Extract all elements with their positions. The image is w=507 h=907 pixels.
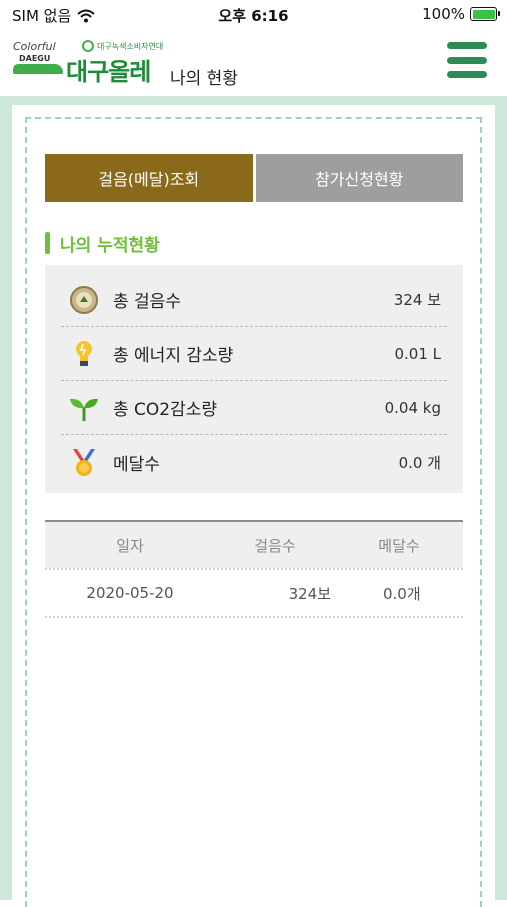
summary-value: 0.01 L (394, 344, 441, 363)
summary-value: 0.0 개 (398, 453, 441, 472)
brand-sub: 대구녹색소비자연대 (82, 40, 163, 52)
summary-box: 총 걸음수 324 보 총 에너지 감소량 0.01 L 총 CO2감소량 0.… (45, 265, 463, 493)
cell-steps: 324보 (288, 584, 331, 603)
table-header: 일자 걸음수 메달수 (45, 520, 463, 568)
status-right: 100% (422, 5, 500, 23)
cell-date: 2020-05-20 (86, 584, 174, 602)
sprout-icon (67, 391, 101, 425)
summary-value: 324 보 (393, 291, 441, 309)
content-card (12, 105, 495, 907)
history-table: 일자 걸음수 메달수 2020-05-20 324보 0.0개 (45, 520, 463, 618)
status-bar: SIM 없음 오후 6:16 100% (0, 0, 507, 30)
page-title: 나의 현황 (170, 69, 238, 89)
table-row: 2020-05-20 324보 0.0개 (45, 570, 463, 618)
battery-percent: 100% (422, 5, 465, 23)
colorful-daegu-logo: Colorful DAEGU (13, 40, 65, 76)
menu-line (447, 56, 487, 64)
pedometer-icon (67, 283, 101, 317)
shoe-icon (13, 64, 63, 74)
logo-colorful-text: Colorful (13, 40, 56, 53)
tab-bar: 걸음(메달)조회 참가신청현황 (45, 154, 463, 202)
battery-fill (472, 9, 495, 19)
tab-step-medal-lookup[interactable]: 걸음(메달)조회 (45, 154, 253, 202)
menu-line (447, 42, 487, 49)
battery-icon (470, 7, 500, 21)
header-medals: 메달수 (378, 536, 420, 555)
hamburger-menu-icon[interactable] (447, 42, 487, 78)
menu-line (447, 71, 487, 78)
summary-label: 총 걸음수 (113, 292, 181, 312)
section-title: 나의 누적현황 (45, 230, 160, 256)
content-frame (0, 96, 507, 907)
summary-label: 총 에너지 감소량 (113, 346, 234, 366)
summary-value: 0.04 kg (384, 398, 441, 417)
tab-participation-status[interactable]: 참가신청현황 (255, 154, 463, 202)
brand-sub-text: 대구녹색소비자연대 (97, 41, 164, 51)
summary-row-energy: 총 에너지 감소량 0.01 L (61, 327, 447, 381)
section-title-text: 나의 누적현황 (60, 235, 160, 256)
medal-icon (67, 445, 101, 479)
header-date: 일자 (116, 536, 144, 555)
summary-label: 총 CO2감소량 (113, 400, 218, 420)
cell-medals: 0.0개 (383, 584, 421, 603)
summary-row-co2: 총 CO2감소량 0.04 kg (61, 381, 447, 435)
logo-daegu-text: DAEGU (19, 54, 51, 63)
brand-main: 대구올레 (66, 58, 151, 86)
summary-row-steps: 총 걸음수 324 보 (61, 273, 447, 327)
brand-mini-logo-icon (82, 40, 94, 52)
section-title-bar (45, 232, 50, 254)
header-steps: 걸음수 (254, 536, 296, 555)
summary-label: 메달수 (113, 454, 160, 475)
lightbulb-icon (67, 337, 101, 371)
app-header: Colorful DAEGU 대구녹색소비자연대 대구올레 나의 현황 (0, 30, 507, 96)
summary-row-medals: 메달수 0.0 개 (61, 435, 447, 489)
